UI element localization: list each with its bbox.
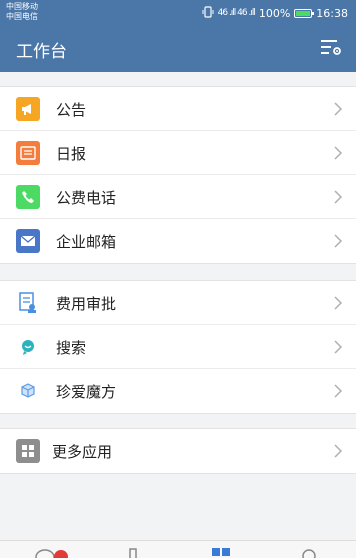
clock: 16:38: [316, 6, 348, 20]
menu-item-more-apps[interactable]: 更多应用: [0, 429, 356, 473]
status-bar: 中国移动 中国电信 46 .ıll 46 .ıll 100% 16:38: [0, 0, 356, 26]
page-title: 工作台: [16, 42, 67, 62]
contacts-tab-icon[interactable]: [122, 547, 144, 558]
megaphone-icon: [16, 97, 40, 121]
report-icon: [16, 141, 40, 165]
chevron-right-icon: [334, 190, 343, 204]
chat-search-icon: [16, 335, 40, 359]
carrier-2: 中国电信: [6, 12, 38, 21]
cube-icon: [16, 379, 40, 403]
chevron-right-icon: [334, 444, 343, 458]
menu-item-search[interactable]: 搜索: [0, 325, 356, 369]
menu-item-announcement[interactable]: 公告: [0, 87, 356, 131]
chevron-right-icon: [334, 340, 343, 354]
carrier-1: 中国移动: [6, 2, 38, 11]
menu-item-label: 更多应用: [52, 443, 113, 461]
menu-group-1: 公告 日报 公费电话 企业邮箱: [0, 86, 356, 264]
menu-item-magic-cube[interactable]: 珍爱魔方: [0, 369, 356, 413]
signal-indicator: 46 .ıll 46 .ıll: [217, 8, 256, 18]
menu-group-3: 更多应用: [0, 428, 356, 474]
vibrate-icon: [202, 5, 214, 21]
menu-item-mail[interactable]: 企业邮箱: [0, 219, 356, 263]
unread-badge: [54, 550, 68, 558]
menu-item-expense-approval[interactable]: 费用审批: [0, 281, 356, 325]
chevron-right-icon: [334, 234, 343, 248]
menu-item-phone[interactable]: 公费电话: [0, 175, 356, 219]
filter-settings-icon[interactable]: [320, 38, 342, 58]
status-indicators: 46 .ıll 46 .ıll 100% 16:38: [202, 5, 348, 21]
profile-tab-icon[interactable]: [298, 547, 320, 558]
chevron-right-icon: [334, 384, 343, 398]
bottom-tab-bar: [0, 540, 356, 558]
menu-item-label: 企业邮箱: [56, 233, 117, 251]
approval-doc-icon: [16, 291, 40, 315]
menu-item-label: 公费电话: [56, 189, 117, 207]
menu-group-2: 费用审批 搜索 珍爱魔方: [0, 280, 356, 414]
chevron-right-icon: [334, 296, 343, 310]
menu-item-daily-report[interactable]: 日报: [0, 131, 356, 175]
chevron-right-icon: [334, 146, 343, 160]
menu-item-label: 公告: [56, 101, 87, 119]
menu-item-label: 费用审批: [56, 295, 117, 313]
carrier-info: 中国移动 中国电信: [6, 2, 38, 22]
menu-item-label: 珍爱魔方: [56, 383, 117, 401]
messages-tab-icon[interactable]: [34, 547, 56, 558]
battery-icon: [294, 8, 315, 18]
mail-icon: [16, 229, 40, 253]
menu-item-label: 日报: [56, 145, 87, 163]
battery-percent: 100%: [258, 6, 291, 20]
workbench-tab-icon[interactable]: [210, 547, 232, 558]
grid-apps-icon: [16, 439, 40, 463]
app-bar: 工作台: [0, 26, 356, 72]
chevron-right-icon: [334, 102, 343, 116]
phone-icon: [16, 185, 40, 209]
menu-item-label: 搜索: [56, 339, 87, 357]
